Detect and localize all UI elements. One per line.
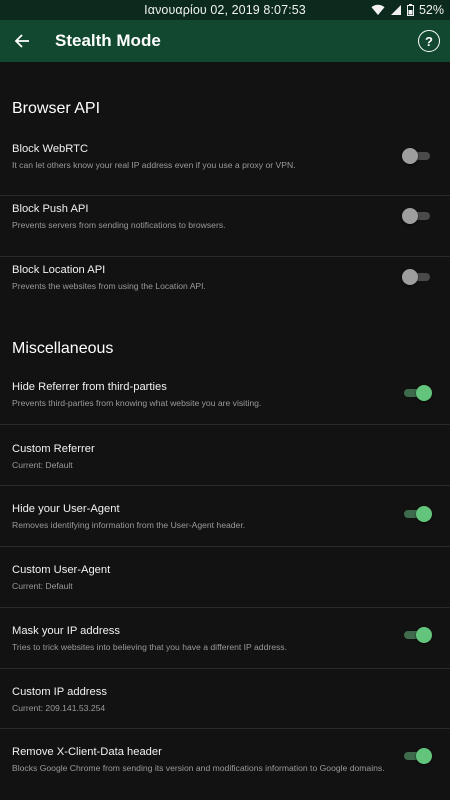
- setting-block-webrtc[interactable]: Block WebRTC It can let others know your…: [0, 136, 450, 196]
- section-title-browser-api: Browser API: [12, 100, 101, 117]
- setting-summary: Blocks Google Chrome from sending its ve…: [12, 763, 385, 773]
- setting-custom-ip[interactable]: Custom IP address Current: 209.141.53.25…: [0, 669, 450, 729]
- setting-block-location-api[interactable]: Block Location API Prevents the websites…: [0, 257, 450, 317]
- setting-label: Hide Referrer from third-parties: [12, 381, 167, 393]
- setting-label: Custom User-Agent: [12, 564, 111, 576]
- section-title-miscellaneous: Miscellaneous: [12, 340, 114, 357]
- setting-label: Block Location API: [12, 264, 106, 276]
- setting-label: Custom IP address: [12, 686, 107, 698]
- battery-icon: [406, 4, 414, 16]
- setting-label: Hide your User-Agent: [12, 503, 120, 515]
- setting-summary: Prevents the websites from using the Loc…: [12, 281, 206, 291]
- toggle-switch[interactable]: [402, 148, 430, 164]
- setting-custom-referrer[interactable]: Custom Referrer Current: Default: [0, 425, 450, 486]
- setting-custom-user-agent[interactable]: Custom User-Agent Current: Default: [0, 547, 450, 608]
- help-icon[interactable]: ?: [418, 30, 440, 52]
- toggle-switch[interactable]: [404, 506, 432, 522]
- setting-summary: Current: 209.141.53.254: [12, 703, 106, 713]
- setting-summary: Tries to trick websites into believing t…: [12, 642, 287, 652]
- setting-label: Remove X-Client-Data header: [12, 746, 162, 758]
- status-icons: 52%: [371, 0, 444, 20]
- setting-label: Block Push API: [12, 203, 89, 215]
- toggle-switch[interactable]: [404, 748, 432, 764]
- setting-label: Block WebRTC: [12, 143, 89, 155]
- setting-label: Mask your IP address: [12, 625, 120, 637]
- toggle-switch[interactable]: [402, 208, 430, 224]
- setting-summary: Current: Default: [12, 581, 73, 591]
- wifi-icon: [371, 4, 385, 16]
- app-bar: Stealth Mode ?: [0, 20, 450, 62]
- setting-summary: Removes identifying information from the…: [12, 520, 246, 530]
- toggle-switch[interactable]: [404, 627, 432, 643]
- setting-summary: It can let others know your real IP addr…: [12, 160, 296, 170]
- setting-hide-user-agent[interactable]: Hide your User-Agent Removes identifying…: [0, 486, 450, 547]
- settings-list: Browser API Block WebRTC It can let othe…: [0, 62, 450, 800]
- setting-remove-x-client-data[interactable]: Remove X-Client-Data header Blocks Googl…: [0, 729, 450, 800]
- status-datetime: Ιανουαρίου 02, 2019 8:07:53: [144, 3, 306, 17]
- status-bar: Ιανουαρίου 02, 2019 8:07:53 52%: [0, 0, 450, 20]
- page-title: Stealth Mode: [55, 31, 161, 50]
- setting-label: Custom Referrer: [12, 443, 95, 455]
- setting-mask-ip[interactable]: Mask your IP address Tries to trick webs…: [0, 608, 450, 669]
- setting-block-push-api[interactable]: Block Push API Prevents servers from sen…: [0, 196, 450, 257]
- setting-summary: Prevents third-parties from knowing what…: [12, 398, 262, 408]
- toggle-switch[interactable]: [404, 385, 432, 401]
- back-arrow-icon[interactable]: [10, 29, 34, 53]
- signal-icon: [390, 4, 402, 16]
- setting-summary: Prevents servers from sending notificati…: [12, 220, 226, 230]
- setting-summary: Current: Default: [12, 460, 73, 470]
- toggle-switch[interactable]: [402, 269, 430, 285]
- battery-percent: 52%: [418, 3, 444, 17]
